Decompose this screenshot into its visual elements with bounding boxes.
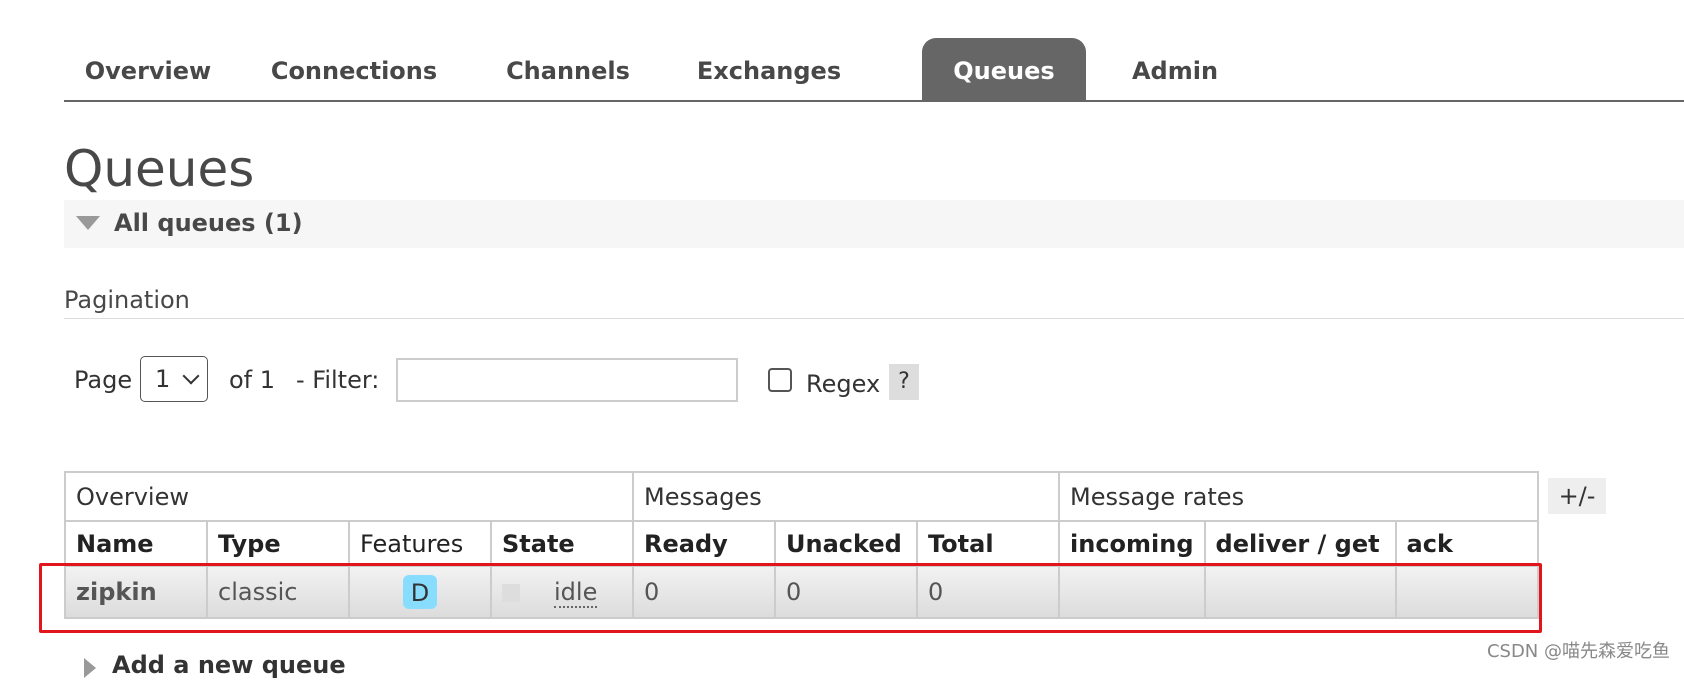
add-queue-label: Add a new queue: [112, 651, 346, 679]
filter-input[interactable]: [396, 358, 738, 402]
tab-exchanges[interactable]: Exchanges: [674, 38, 864, 100]
group-messages: Messages: [632, 471, 1060, 522]
col-features: Features: [348, 520, 492, 567]
expand-triangle-icon: [84, 658, 96, 678]
pagination-title: Pagination: [64, 286, 190, 314]
chevron-down-icon: [182, 367, 200, 385]
collapse-triangle-icon: [76, 216, 100, 230]
page-label: Page: [74, 366, 133, 394]
tab-admin[interactable]: Admin: [1110, 38, 1240, 100]
tab-queues[interactable]: Queues: [922, 38, 1086, 100]
watermark: CSDN @喵先森爱吃鱼: [1486, 641, 1670, 662]
col-total[interactable]: Total: [916, 520, 1060, 567]
tab-channels[interactable]: Channels: [484, 38, 652, 100]
group-overview: Overview: [64, 471, 634, 522]
col-name[interactable]: Name: [64, 520, 208, 567]
regex-checkbox[interactable]: [768, 368, 792, 392]
tab-overview[interactable]: Overview: [64, 38, 232, 100]
page-title: Queues: [64, 140, 255, 198]
col-incoming[interactable]: incoming: [1058, 520, 1206, 567]
col-ack[interactable]: ack: [1394, 520, 1539, 567]
regex-label: Regex: [806, 370, 881, 398]
col-ready[interactable]: Ready: [632, 520, 776, 567]
filter-label: - Filter:: [296, 366, 380, 394]
regex-help-button[interactable]: ?: [889, 364, 919, 400]
group-message-rates: Message rates: [1058, 471, 1539, 522]
column-toggle-button[interactable]: +/-: [1548, 478, 1606, 514]
main-nav: Overview Connections Channels Exchanges …: [64, 38, 1684, 102]
col-deliver-get[interactable]: deliver / get: [1203, 520, 1397, 567]
all-queues-label: All queues (1): [114, 209, 303, 237]
col-type[interactable]: Type: [206, 520, 350, 567]
column-group-row: Overview Messages Message rates: [64, 471, 1539, 522]
pagination-divider: [64, 318, 1684, 319]
col-state[interactable]: State: [490, 520, 634, 567]
row-highlight-box: [39, 563, 1542, 633]
page-select-value: 1: [155, 365, 171, 393]
all-queues-section-toggle[interactable]: All queues (1): [64, 200, 1684, 248]
column-header-row: Name Type Features State Ready Unacked T…: [64, 520, 1539, 567]
page-count-label: of 1: [229, 366, 276, 394]
tab-connections[interactable]: Connections: [254, 38, 454, 100]
col-unacked[interactable]: Unacked: [774, 520, 918, 567]
page-select[interactable]: 1: [140, 356, 208, 402]
